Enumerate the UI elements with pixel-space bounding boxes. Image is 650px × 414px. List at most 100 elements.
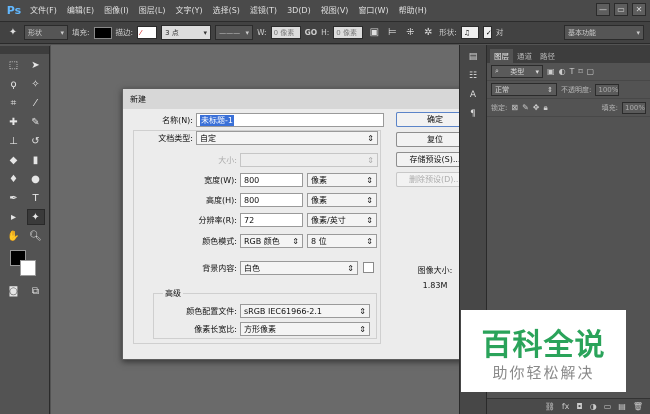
marquee-tool-icon[interactable]: ⬚: [5, 57, 23, 73]
custom-shape-tool-icon[interactable]: ✦: [26, 209, 45, 225]
menu-help[interactable]: 帮助(H): [399, 5, 427, 16]
color-profile-select[interactable]: sRGB IEC61966-2.1 ⇕: [240, 304, 370, 318]
quick-mask-icon[interactable]: ◙: [5, 283, 23, 299]
preset-select[interactable]: 自定 ⇕: [196, 131, 378, 145]
shape-filter-icon[interactable]: ⌑: [578, 67, 582, 76]
height-input[interactable]: 800: [240, 193, 303, 207]
menu-edit[interactable]: 编辑(E): [67, 5, 94, 16]
properties-panel-icon[interactable]: ☷: [464, 69, 482, 83]
lock-position-icon[interactable]: ✥: [533, 103, 540, 112]
workspace-select[interactable]: 基本功能 ▾: [564, 25, 644, 40]
opacity-input[interactable]: 100%: [595, 83, 620, 96]
smart-object-filter-icon[interactable]: ▢: [587, 67, 595, 76]
shape-label: 形状:: [439, 28, 457, 37]
background-select[interactable]: 白色 ⇕: [240, 261, 358, 275]
menu-type[interactable]: 文字(Y): [175, 5, 202, 16]
tab-layers[interactable]: 图层: [490, 49, 513, 63]
screen-mode-icon[interactable]: ⧉: [27, 283, 45, 299]
dodge-tool-icon[interactable]: ●: [27, 171, 45, 187]
fill-color-swatch[interactable]: [93, 26, 112, 39]
gear-icon[interactable]: ✲: [421, 26, 435, 40]
window-controls: — ▭ ✕: [596, 3, 646, 16]
brush-tool-icon[interactable]: ✎: [27, 114, 45, 130]
resolution-input[interactable]: 72: [240, 213, 303, 227]
resolution-unit-select[interactable]: 像素/英寸 ⇕: [307, 213, 377, 227]
eyedropper-icon[interactable]: ⁄: [27, 95, 45, 111]
dialog-title-bar[interactable]: 新建 ✕: [123, 89, 484, 109]
path-operations-icon[interactable]: ▣: [367, 26, 381, 40]
menu-file[interactable]: 文件(F): [30, 5, 57, 16]
adjustment-filter-icon[interactable]: ◐: [559, 67, 566, 76]
w-input[interactable]: 0 像素: [270, 26, 301, 39]
move-tool-icon[interactable]: ➤: [27, 57, 45, 73]
tool-mode-select[interactable]: 形状 ▾: [24, 25, 68, 40]
advanced-label[interactable]: 高级: [163, 288, 183, 299]
tab-paths[interactable]: 路径: [536, 49, 559, 63]
tab-channels[interactable]: 通道: [513, 49, 536, 63]
name-input[interactable]: 未标题-1: [196, 113, 384, 127]
magic-wand-icon[interactable]: ✧: [27, 76, 45, 92]
new-adjustment-icon[interactable]: ◑: [590, 402, 597, 411]
new-layer-icon[interactable]: ▤: [618, 402, 626, 411]
menu-image[interactable]: 图像(I): [104, 5, 129, 16]
shape-picker[interactable]: ♫: [460, 26, 479, 39]
menu-layer[interactable]: 图层(L): [139, 5, 166, 16]
path-arrangement-icon[interactable]: ⁜: [403, 26, 417, 40]
history-panel-icon[interactable]: ▤: [464, 50, 482, 64]
blend-mode-select[interactable]: 正常 ⇕: [491, 83, 557, 96]
lock-pixels-icon[interactable]: ✎: [522, 103, 529, 112]
zoom-tool-icon[interactable]: 🔍︎: [27, 228, 45, 244]
custom-shape-tool-icon[interactable]: ✦: [6, 26, 20, 40]
color-mode-select[interactable]: RGB 颜色 ⇕: [240, 234, 303, 248]
menu-window[interactable]: 窗口(W): [358, 5, 388, 16]
menu-3d[interactable]: 3D(D): [287, 6, 311, 15]
healing-brush-icon[interactable]: ✚: [5, 114, 23, 130]
path-alignment-icon[interactable]: ⊨: [385, 26, 399, 40]
restore-button[interactable]: ▭: [614, 3, 628, 16]
history-brush-icon[interactable]: ↺: [27, 133, 45, 149]
background-color-swatch[interactable]: [20, 260, 36, 276]
crop-tool-icon[interactable]: ⌗: [5, 95, 23, 111]
width-input[interactable]: 800: [240, 173, 303, 187]
link-icon[interactable]: GO: [305, 28, 318, 37]
minimize-button[interactable]: —: [596, 3, 610, 16]
h-input[interactable]: 0 像素: [333, 26, 364, 39]
menu-filter[interactable]: 滤镜(T): [250, 5, 277, 16]
type-tool-icon[interactable]: T: [27, 190, 45, 206]
bit-depth-select[interactable]: 8 位 ⇕: [307, 234, 377, 248]
pixel-filter-icon[interactable]: ▣: [547, 67, 555, 76]
width-unit-select[interactable]: 像素 ⇕: [307, 173, 377, 187]
close-window-button[interactable]: ✕: [632, 3, 646, 16]
trash-icon[interactable]: 🗑︎: [633, 402, 643, 411]
align-edges-checkbox[interactable]: ✓: [482, 26, 492, 39]
size-select[interactable]: ⇕: [240, 153, 378, 167]
pen-tool-icon[interactable]: ✒: [5, 190, 23, 206]
stroke-type-select[interactable]: ——— ▾: [215, 25, 254, 40]
blur-tool-icon[interactable]: ♦: [5, 171, 23, 187]
menu-select[interactable]: 选择(S): [213, 5, 240, 16]
eraser-icon[interactable]: ◆: [5, 152, 23, 168]
paragraph-panel-icon[interactable]: ¶: [464, 107, 482, 121]
kind-filter-select[interactable]: ⌕ 类型 ▾: [491, 65, 543, 78]
lasso-tool-icon[interactable]: ϙ: [5, 76, 23, 92]
menu-view[interactable]: 视图(V): [321, 5, 349, 16]
background-color-swatch[interactable]: [363, 262, 374, 273]
type-filter-icon[interactable]: T: [570, 67, 575, 76]
stroke-width-select[interactable]: 3 点 ▾: [161, 25, 212, 40]
fill-input[interactable]: 100%: [622, 101, 646, 114]
layer-style-icon[interactable]: fx: [562, 402, 570, 411]
lock-icon[interactable]: 🔒︎: [543, 103, 547, 113]
new-group-icon[interactable]: ▭: [604, 402, 612, 411]
link-layers-icon[interactable]: ⛓: [545, 402, 555, 411]
stroke-color-swatch[interactable]: ⁄: [137, 26, 158, 39]
path-selection-icon[interactable]: ▸: [5, 209, 23, 225]
height-unit-select[interactable]: 像素 ⇕: [307, 193, 377, 207]
add-mask-icon[interactable]: ◘: [576, 402, 582, 411]
hand-tool-icon[interactable]: ✋: [5, 228, 23, 244]
lock-transparency-icon[interactable]: ⊠: [511, 103, 518, 112]
pixel-aspect-select[interactable]: 方形像素 ⇕: [240, 322, 370, 336]
tools-panel-header[interactable]: [0, 46, 49, 54]
character-panel-icon[interactable]: A: [464, 88, 482, 102]
clone-stamp-icon[interactable]: ⊥: [5, 133, 23, 149]
gradient-tool-icon[interactable]: ▮: [27, 152, 45, 168]
